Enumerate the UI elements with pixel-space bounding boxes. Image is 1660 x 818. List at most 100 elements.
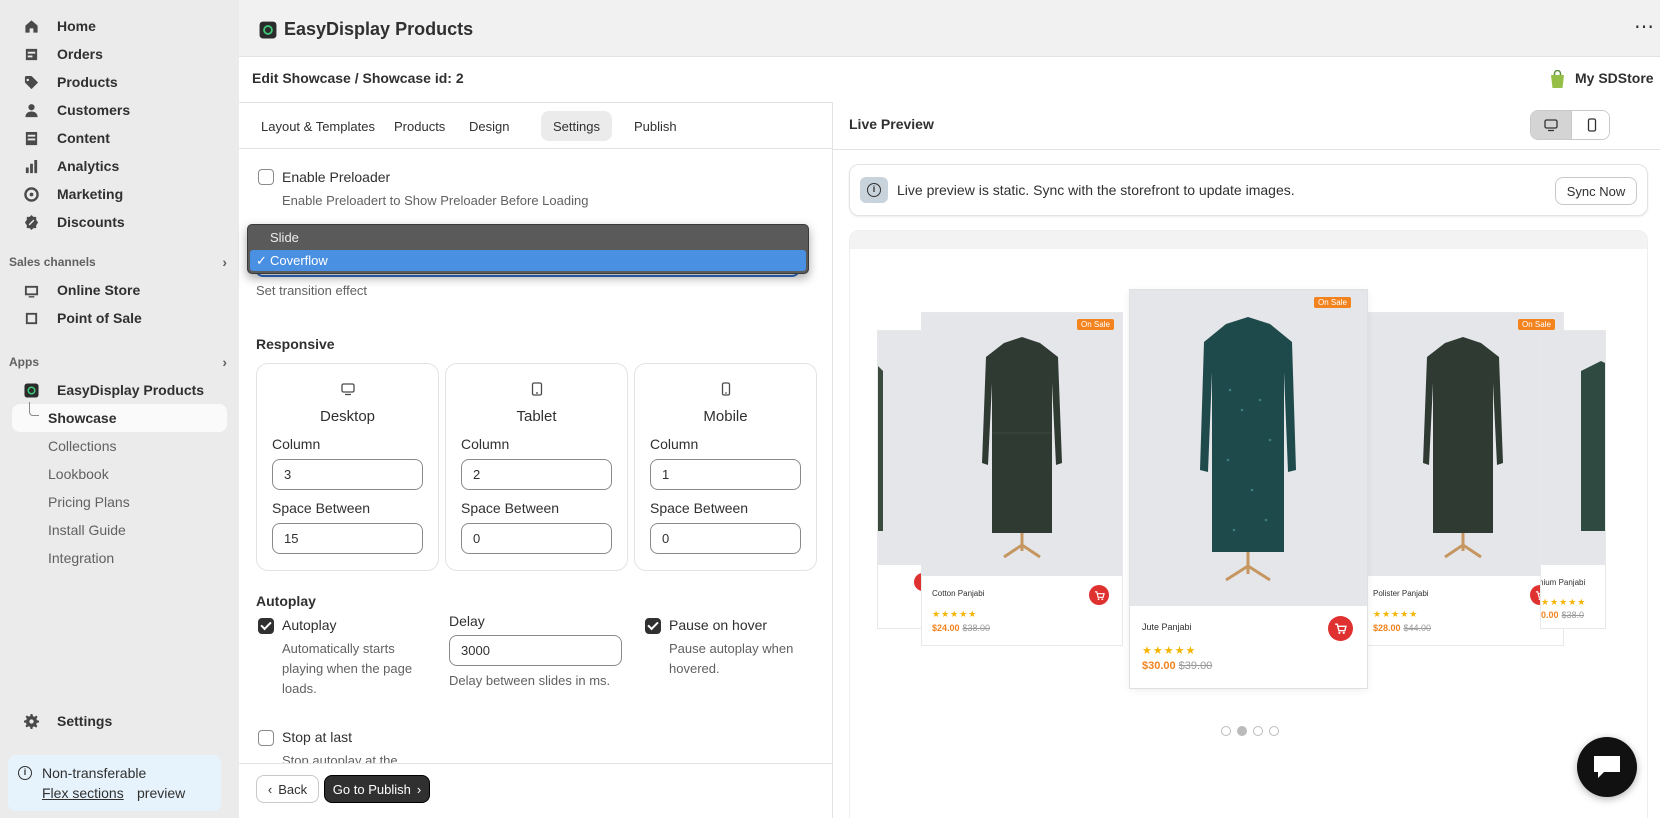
notice-link[interactable]: Flex sections [42, 785, 124, 801]
back-button[interactable]: ‹ Back [256, 775, 319, 803]
mobile-icon [635, 382, 816, 396]
effect-option-slide[interactable]: Slide [250, 228, 806, 248]
pagination-dot[interactable] [1269, 726, 1279, 736]
nav-item-orders[interactable]: Orders [12, 40, 227, 68]
apps-header[interactable]: Apps › [9, 354, 227, 370]
panjabi-image [982, 337, 1062, 559]
product-image [1130, 290, 1367, 606]
store-icon [23, 282, 39, 298]
product-name: Jute Panjabi [1142, 622, 1192, 632]
nav-item-content[interactable]: Content [12, 124, 227, 152]
nav-item-products[interactable]: Products [12, 68, 227, 96]
form-footer: ‹ Back Go to Publish › [239, 763, 832, 818]
nav-item-customers[interactable]: Customers [12, 96, 227, 124]
panjabi-image [1423, 337, 1503, 559]
chevron-left-icon: ‹ [267, 781, 273, 797]
desktop-view-button[interactable] [1531, 111, 1571, 139]
sales-channels-header[interactable]: Sales channels › [9, 254, 227, 270]
nav-label: Customers [57, 102, 131, 118]
back-label: Back [278, 781, 308, 797]
rating-stars: ★★★★★ [1142, 645, 1197, 657]
cart-icon[interactable] [1089, 585, 1109, 605]
pause-on-hover-checkbox[interactable] [645, 618, 661, 634]
old-price: $38.00 [962, 623, 991, 633]
chat-icon [1594, 756, 1620, 778]
tab-settings[interactable]: Settings [541, 111, 612, 141]
sidebar-item-collections[interactable]: Collections [48, 438, 116, 454]
old-price: $39.00 [1178, 660, 1213, 672]
sidebar-item-install-guide[interactable]: Install Guide [48, 522, 126, 538]
nav-label: Settings [57, 713, 113, 729]
desktop-column-input[interactable]: 3 [272, 459, 423, 490]
sale-badge: On Sale [1314, 297, 1351, 308]
tablet-column-input[interactable]: 2 [461, 459, 612, 490]
stop-at-last-help-clip: Stop autoplay at the [282, 751, 482, 763]
pagination-dot[interactable] [1221, 726, 1231, 736]
panjabi-image [1200, 317, 1296, 582]
enable-preloader-checkbox[interactable] [258, 169, 274, 185]
preview-header-strip [850, 231, 1647, 249]
chat-launcher-button[interactable] [1577, 737, 1637, 797]
product-card-cotton-panjabi[interactable]: On Sale Cotton Panjabi ★★★★★ $24.00 $38.0… [922, 313, 1122, 645]
autoplay-checkbox[interactable] [258, 618, 274, 634]
tab-layout-templates[interactable]: Layout & Templates [249, 111, 387, 141]
pagination-dot-active[interactable] [1237, 726, 1247, 736]
effect-option-coverflow[interactable]: ✓ Coverflow [250, 250, 806, 271]
stop-at-last-help: Stop autoplay at the [282, 753, 398, 763]
current-price: 0.00 [1541, 610, 1559, 620]
device-title: Mobile [703, 408, 748, 425]
nav-label: Online Store [57, 282, 141, 298]
space-between-label: Space Between [650, 500, 749, 516]
sidebar-item-lookbook[interactable]: Lookbook [48, 466, 109, 482]
more-actions-icon[interactable]: ⋯ [1634, 14, 1654, 39]
shopify-bag-icon [1549, 69, 1566, 92]
nav-label: Analytics [57, 158, 120, 174]
nav-item-home[interactable]: Home [12, 12, 227, 40]
preview-canvas: On On Sale Cotton Panjabi ★★★★★ $24.00$3… [849, 230, 1648, 818]
info-icon: i [18, 766, 32, 780]
mobile-view-button[interactable] [1571, 111, 1609, 139]
mobile-space-input[interactable]: 0 [650, 523, 801, 554]
nav-item-analytics[interactable]: Analytics [12, 152, 227, 180]
autoplay-title: Autoplay [256, 593, 316, 609]
tablet-icon [446, 382, 627, 396]
rating-stars: ★★★★★ [932, 609, 978, 619]
nav-item-discounts[interactable]: Discounts [12, 208, 227, 236]
product-card-partial-right[interactable]: nium Panjabi ★★★★★ 0.00 $38.0 [1541, 331, 1605, 628]
delay-input[interactable]: 3000 [449, 635, 622, 666]
sidebar-item-pricing-plans[interactable]: Pricing Plans [48, 494, 130, 510]
pause-on-hover-label: Pause on hover [669, 617, 768, 633]
tree-connector-icon [29, 402, 39, 416]
nav-label: Products [57, 74, 118, 90]
discount-icon [23, 214, 39, 230]
tab-design[interactable]: Design [457, 111, 521, 141]
nav-item-online-store[interactable]: Online Store [12, 276, 227, 304]
product-card-polister-panjabi[interactable]: On Sale Polister Panjabi ★★★★★ $28.00 $44… [1363, 313, 1563, 645]
pagination-dot[interactable] [1253, 726, 1263, 736]
tablet-space-input[interactable]: 0 [461, 523, 612, 554]
mobile-column-input[interactable]: 1 [650, 459, 801, 490]
nav-item-settings[interactable]: Settings [12, 707, 227, 735]
pause-on-hover-help: Pause autoplay when hovered. [669, 641, 794, 676]
sidebar-item-showcase[interactable]: Showcase [12, 402, 227, 432]
space-between-label: Space Between [272, 500, 371, 516]
stop-at-last-checkbox[interactable] [258, 730, 274, 746]
panjabi-image [1581, 361, 1605, 531]
nav-label: EasyDisplay Products [57, 382, 205, 398]
carousel-pagination [1221, 726, 1279, 736]
cart-icon[interactable] [1328, 616, 1353, 641]
go-to-publish-button[interactable]: Go to Publish › [324, 775, 430, 803]
nav-item-marketing[interactable]: Marketing [12, 180, 227, 208]
nav-item-easydisplay[interactable]: EasyDisplay Products [12, 376, 227, 404]
desktop-space-input[interactable]: 15 [272, 523, 423, 554]
nav-item-point-of-sale[interactable]: Point of Sale [12, 304, 227, 332]
breadcrumb: Edit Showcase / Showcase id: 2 [252, 70, 464, 86]
publish-label: Go to Publish [332, 781, 411, 797]
sync-now-button[interactable]: Sync Now [1555, 177, 1637, 205]
product-card-jute-panjabi[interactable]: On Sale Jute Panjabi ★★★★★ $30.00 $39.00 [1130, 290, 1367, 688]
tab-publish[interactable]: Publish [622, 111, 689, 141]
pos-icon [23, 310, 39, 326]
home-icon [23, 18, 39, 34]
sidebar-item-integration[interactable]: Integration [48, 550, 114, 566]
tab-products[interactable]: Products [382, 111, 457, 141]
